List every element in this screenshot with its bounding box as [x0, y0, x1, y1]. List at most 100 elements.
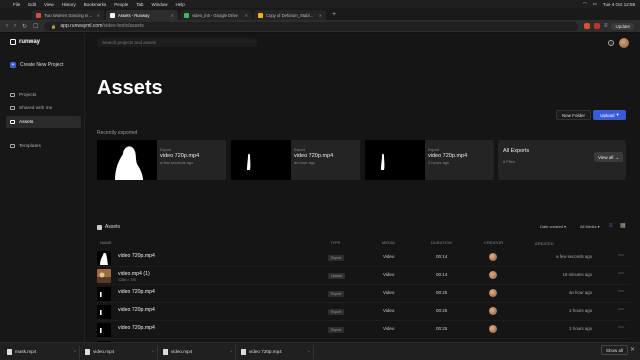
runway-app: runway + Create New Project Projects Sha… [0, 33, 640, 360]
address-bar[interactable]: 🔒 app.runwayml.com/video-tools/assets [44, 21, 578, 31]
menubar-item-view[interactable]: View [44, 2, 54, 7]
menubar-item-file[interactable]: File [13, 2, 20, 7]
templates-icon [10, 144, 15, 148]
show-all-downloads-button[interactable]: Show all [601, 345, 629, 355]
export-type: Export [294, 148, 305, 152]
more-options-icon[interactable]: ⋯ [618, 288, 624, 295]
close-tab-icon[interactable]: ✕ [171, 13, 174, 18]
asset-type-badge: Export [328, 327, 345, 333]
recent-export-card[interactable]: Export video 720p.mp4 2 hours ago [365, 140, 494, 180]
download-item[interactable]: video.mp4 ^ [160, 344, 236, 359]
brave-rewards-icon[interactable] [593, 23, 600, 29]
menubar-clock[interactable]: Tue 4 Oct 12:58 [603, 2, 635, 7]
table-row[interactable]: video 720p.mp4 Export Video 00:25 2 hours ag… [97, 303, 630, 321]
view-all-button[interactable]: View all → [594, 152, 624, 162]
download-item[interactable]: video 720p.mp4 ^ [238, 344, 314, 359]
new-folder-button[interactable]: New Folder [556, 110, 592, 120]
close-downloads-icon[interactable]: ✕ [630, 346, 635, 353]
all-exports-card[interactable]: All Exports 8 Files View all → [498, 140, 626, 180]
menubar-item-help[interactable]: Help [176, 2, 185, 7]
table-row[interactable]: video.mp4 (1) 1280 × 720 Upload Video 00:14 1… [97, 267, 630, 285]
create-new-project-label: Create New Project [20, 62, 64, 68]
download-item[interactable]: mask.mp4 ^ [4, 344, 80, 359]
create-new-project-button[interactable]: + Create New Project [10, 62, 63, 68]
col-name[interactable]: NAME [100, 240, 112, 245]
more-options-icon[interactable]: ⋯ [618, 306, 624, 313]
table-row[interactable]: video 720p.mp4 Export Video 00:25 2 hours ag… [97, 321, 630, 339]
col-media[interactable]: MEDIA [382, 240, 395, 245]
menubar-item-window[interactable]: Window [152, 2, 168, 7]
grid-view-icon[interactable]: ▦ [620, 223, 626, 229]
asset-media: Video [383, 272, 395, 277]
menubar-item-edit[interactable]: Edit [28, 2, 36, 7]
menubar-item-tab[interactable]: Tab [136, 2, 143, 7]
menubar-item-history[interactable]: History [62, 2, 76, 7]
browser-tab[interactable]: Copy of Deforum_Stable_Diffusio ✕ [254, 10, 326, 20]
sidebar-item-projects[interactable]: Projects [6, 89, 81, 101]
menu-icon[interactable]: ≡ [604, 23, 608, 29]
shared-icon [10, 106, 15, 110]
media-filter-dropdown[interactable]: All Media ▾ [580, 224, 600, 229]
wifi-icon[interactable]: ◠ [583, 1, 587, 7]
list-view-icon[interactable]: ≡ [609, 223, 615, 229]
update-button[interactable]: Update [611, 22, 634, 30]
download-name: mask.mp4 [15, 349, 37, 354]
brave-shields-icon[interactable] [583, 23, 590, 29]
sidebar-item-label: Projects [19, 92, 37, 98]
download-item[interactable]: video.mp4 ^ [82, 344, 158, 359]
close-tab-icon[interactable]: ✕ [245, 13, 248, 18]
asset-duration: 00:14 [436, 254, 448, 259]
asset-media: Video [383, 254, 395, 259]
asset-media: Video [383, 326, 395, 331]
forward-icon[interactable]: › [14, 23, 16, 29]
search-input[interactable]: Search projects and assets [97, 38, 257, 47]
upload-button[interactable]: Upload ▾ [593, 110, 626, 120]
chevron-up-icon[interactable]: ^ [74, 349, 76, 354]
col-type[interactable]: TYPE [330, 240, 340, 245]
back-icon[interactable]: ‹ [6, 23, 8, 29]
chevron-up-icon[interactable]: ^ [152, 349, 154, 354]
browser-tab[interactable]: Two Women Dancing In The Bedroo ✕ [32, 10, 104, 20]
runway-logo-text: runway [19, 39, 41, 45]
asset-duration: 00:25 [436, 308, 448, 313]
tab-title: video_init - Google Drive [192, 12, 238, 18]
battery-icon[interactable]: ▭ [593, 1, 597, 7]
sidebar-item-assets[interactable]: Assets [6, 116, 81, 128]
close-tab-icon[interactable]: ✕ [319, 13, 322, 18]
table-row[interactable]: video 720p.mp4 Export Video 00:14 a few seco… [97, 249, 630, 267]
chevron-up-icon[interactable]: ^ [308, 349, 310, 354]
recent-export-card[interactable]: Export video 720p.mp4 an hour ago [231, 140, 360, 180]
sidebar-item-templates[interactable]: Templates [6, 140, 81, 152]
table-row[interactable]: video 720p.mp4 Export Video 00:25 an hour ag… [97, 285, 630, 303]
recent-export-card[interactable]: Export video 720p.mp4 a few seconds ago [97, 140, 226, 180]
menubar-item-bookmarks[interactable]: Bookmarks [84, 2, 107, 7]
assets-section-label: Assets [105, 224, 121, 230]
all-exports-title: All Exports [503, 148, 530, 154]
browser-tab[interactable]: video_init - Google Drive ✕ [180, 10, 252, 20]
browser-tab-active[interactable]: Assets - Runway ✕ [106, 10, 178, 20]
asset-name: video.mp4 (1) [118, 271, 150, 277]
user-avatar[interactable] [619, 38, 629, 48]
col-creator[interactable]: CREATOR [484, 240, 503, 245]
select-all-checkbox[interactable] [97, 224, 102, 230]
sort-dropdown[interactable]: Date created ▾ [540, 224, 566, 229]
projects-icon [10, 93, 15, 97]
close-tab-icon[interactable]: ✕ [97, 13, 100, 18]
reload-icon[interactable]: ↻ [22, 23, 27, 30]
sidebar-item-shared[interactable]: Shared with me [6, 102, 81, 114]
more-options-icon[interactable]: ⋯ [618, 324, 624, 331]
more-options-icon[interactable]: ⋯ [618, 270, 624, 277]
asset-type-badge: Upload [328, 273, 346, 279]
runway-logo[interactable]: runway [10, 39, 40, 45]
asset-duration: 00:25 [436, 290, 448, 295]
menubar-item-people[interactable]: People [114, 2, 128, 7]
new-tab-icon[interactable]: + [328, 11, 340, 18]
chevron-up-icon[interactable]: ^ [230, 349, 232, 354]
asset-created: an hour ago [569, 290, 592, 295]
more-options-icon[interactable]: ⋯ [618, 252, 624, 259]
col-duration[interactable]: DURATION [431, 240, 452, 245]
bookmark-icon[interactable]: ☐ [33, 23, 38, 30]
folder-icon [10, 120, 15, 124]
help-icon[interactable]: ? [608, 40, 614, 46]
tab-title: Two Women Dancing In The Bedroo [44, 12, 94, 18]
